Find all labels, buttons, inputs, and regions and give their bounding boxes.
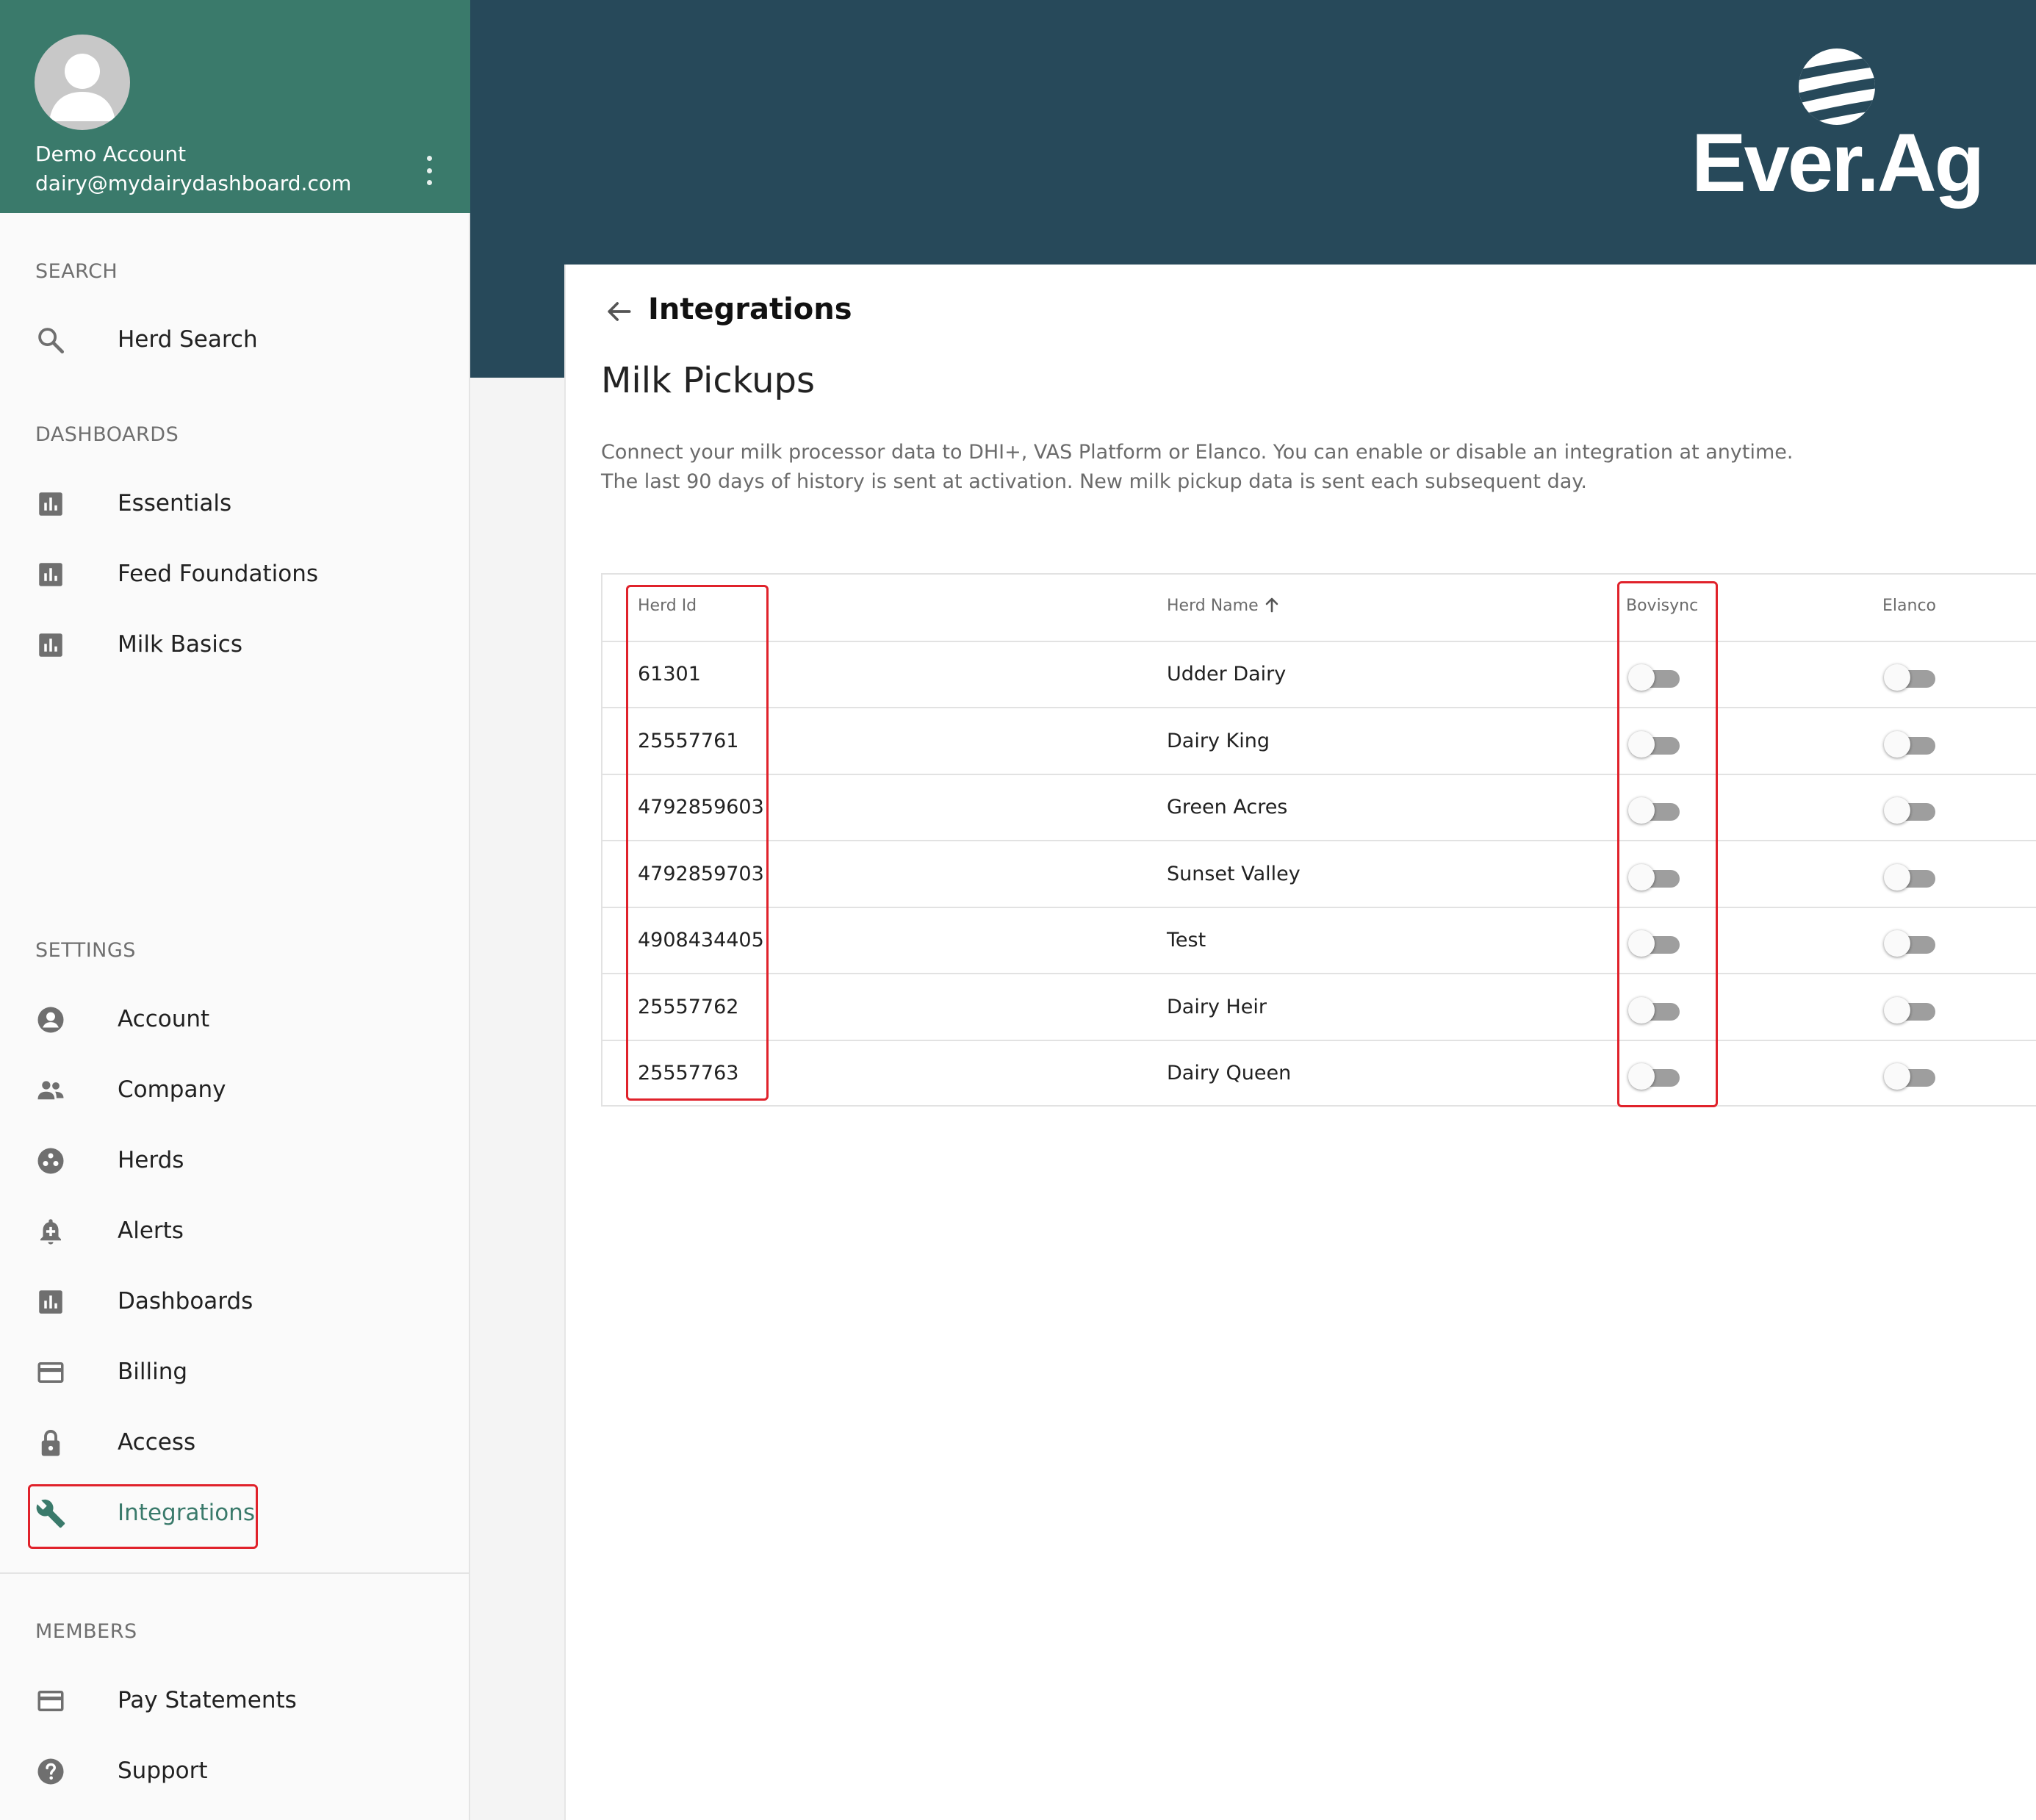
profile-email: dairy@mydairydashboard.com <box>35 171 352 195</box>
herd-name-cell: Dairy Heir <box>1167 995 1267 1018</box>
section-label-dashboards: DASHBOARDS <box>35 423 179 446</box>
integrations-table: Herd Id Herd Name Bovisync Elanco 61301 U… <box>601 573 2036 1107</box>
sort-ascending-icon <box>1265 597 1278 613</box>
account-circle-icon <box>37 1007 64 1033</box>
back-arrow-icon[interactable] <box>602 295 635 328</box>
section-title: Milk Pickups <box>601 360 815 401</box>
content-card: Integrations Milk Pickups Connect your m… <box>564 265 2036 1820</box>
bar-chart-icon <box>39 633 62 657</box>
toggle-knob <box>1884 797 1910 824</box>
column-header-herd-name[interactable]: Herd Name <box>1167 597 1279 615</box>
herd-name-cell: Udder Dairy <box>1167 663 1287 686</box>
herd-name-cell: Sunset Valley <box>1167 862 1301 885</box>
sidebar-item-milk-basics[interactable]: Milk Basics <box>28 614 439 677</box>
elanco-toggle[interactable] <box>1884 797 1937 824</box>
elanco-toggle[interactable] <box>1884 863 1937 891</box>
elanco-toggle[interactable] <box>1884 1063 1937 1090</box>
more-options-icon[interactable] <box>420 156 438 185</box>
sidebar-item-essentials[interactable]: Essentials <box>28 472 439 536</box>
table-row: 25557763 Dairy Queen <box>602 1041 2036 1107</box>
sidebar-item-label: Essentials <box>118 490 232 517</box>
section-label-search: SEARCH <box>35 260 118 283</box>
sidebar-item-herd-search[interactable]: Herd Search <box>28 309 439 372</box>
profile-header: Demo Account dairy@mydairydashboard.com <box>0 0 470 213</box>
herd-name-cell: Test <box>1167 929 1206 952</box>
profile-name: Demo Account <box>35 142 187 166</box>
column-header-elanco[interactable]: Elanco <box>1882 597 1936 615</box>
description-line-1: Connect your milk processor data to DHI+… <box>601 441 1794 464</box>
header-extension <box>470 265 564 378</box>
sidebar-item-label: Feed Foundations <box>118 561 319 587</box>
sidebar-item-label: Billing <box>118 1359 188 1385</box>
sidebar-item-pay-statements[interactable]: Pay Statements <box>28 1669 439 1733</box>
sidebar-item-label: Company <box>118 1076 226 1103</box>
table-row: 4792859703 Sunset Valley <box>602 842 2036 908</box>
section-label-members: MEMBERS <box>35 1620 137 1643</box>
sidebar-item-label: Account <box>118 1006 210 1032</box>
people-icon <box>37 1081 64 1100</box>
elanco-toggle[interactable] <box>1884 996 1937 1024</box>
sidebar: Demo Account dairy@mydairydashboard.com … <box>0 0 470 1820</box>
herd-name-cell: Green Acres <box>1167 796 1288 819</box>
elanco-toggle[interactable] <box>1884 730 1937 758</box>
sidebar-item-herds[interactable]: Herds <box>28 1129 439 1193</box>
sidebar-item-label: Pay Statements <box>118 1687 297 1713</box>
lock-icon <box>41 1429 60 1456</box>
credit-card-icon <box>37 1362 64 1383</box>
search-icon <box>38 328 65 354</box>
sidebar-item-account[interactable]: Account <box>28 988 439 1051</box>
highlight-box-bovisync-column <box>1617 581 1718 1107</box>
bar-chart-icon <box>39 1290 62 1314</box>
table-row: 4908434405 Test <box>602 908 2036 974</box>
toggle-knob <box>1884 996 1910 1024</box>
table-row: 4792859603 Green Acres <box>602 775 2036 841</box>
toggle-knob <box>1884 863 1910 891</box>
table-row: 25557761 Dairy King <box>602 709 2036 775</box>
sidebar-item-label: Herds <box>118 1147 184 1173</box>
table-row: 61301 Udder Dairy <box>602 642 2036 708</box>
avatar[interactable] <box>35 35 130 130</box>
credit-card-icon <box>37 1691 64 1711</box>
page-title: Integrations <box>648 292 852 326</box>
toggle-knob <box>1884 730 1910 758</box>
table-row: 25557762 Dairy Heir <box>602 975 2036 1041</box>
sidebar-item-access[interactable]: Access <box>28 1411 439 1475</box>
person-icon <box>49 54 115 121</box>
description-line-2: The last 90 days of history is sent at a… <box>601 470 1587 493</box>
highlight-box-integrations <box>28 1484 258 1549</box>
svg-text:Ever.Ag: Ever.Ag <box>1691 117 1982 209</box>
help-circle-icon <box>37 1758 64 1785</box>
sidebar-item-support[interactable]: Support <box>28 1740 439 1803</box>
herd-name-cell: Dairy Queen <box>1167 1062 1292 1085</box>
bell-plus-icon <box>40 1219 61 1245</box>
sidebar-divider <box>0 1572 470 1574</box>
sidebar-item-company[interactable]: Company <box>28 1059 439 1122</box>
herds-icon <box>37 1148 64 1174</box>
highlight-box-herd-id-column <box>626 585 769 1101</box>
sidebar-item-billing[interactable]: Billing <box>28 1341 439 1404</box>
section-label-settings: SETTINGS <box>35 939 136 962</box>
toggle-knob <box>1884 1063 1910 1090</box>
sidebar-item-alerts[interactable]: Alerts <box>28 1200 439 1263</box>
column-header-label: Herd Name <box>1167 597 1259 615</box>
toggle-knob <box>1884 930 1910 957</box>
bar-chart-icon <box>39 492 62 516</box>
sidebar-item-label: Alerts <box>118 1217 184 1244</box>
herd-name-cell: Dairy King <box>1167 729 1270 752</box>
everag-logo: Ever.Ag <box>1691 48 1985 209</box>
sidebar-item-label: Support <box>118 1758 208 1784</box>
bar-chart-icon <box>39 563 62 586</box>
toggle-knob <box>1884 664 1910 691</box>
sidebar-item-label: Herd Search <box>118 326 258 353</box>
elanco-toggle[interactable] <box>1884 664 1937 691</box>
sidebar-item-label: Access <box>118 1429 196 1456</box>
table-header: Herd Id Herd Name Bovisync Elanco <box>602 575 2036 642</box>
sidebar-item-label: Dashboards <box>118 1288 253 1314</box>
sidebar-item-dashboards[interactable]: Dashboards <box>28 1270 439 1334</box>
sidebar-item-label: Milk Basics <box>118 631 243 658</box>
elanco-toggle[interactable] <box>1884 930 1937 957</box>
sidebar-item-feed-foundations[interactable]: Feed Foundations <box>28 543 439 606</box>
